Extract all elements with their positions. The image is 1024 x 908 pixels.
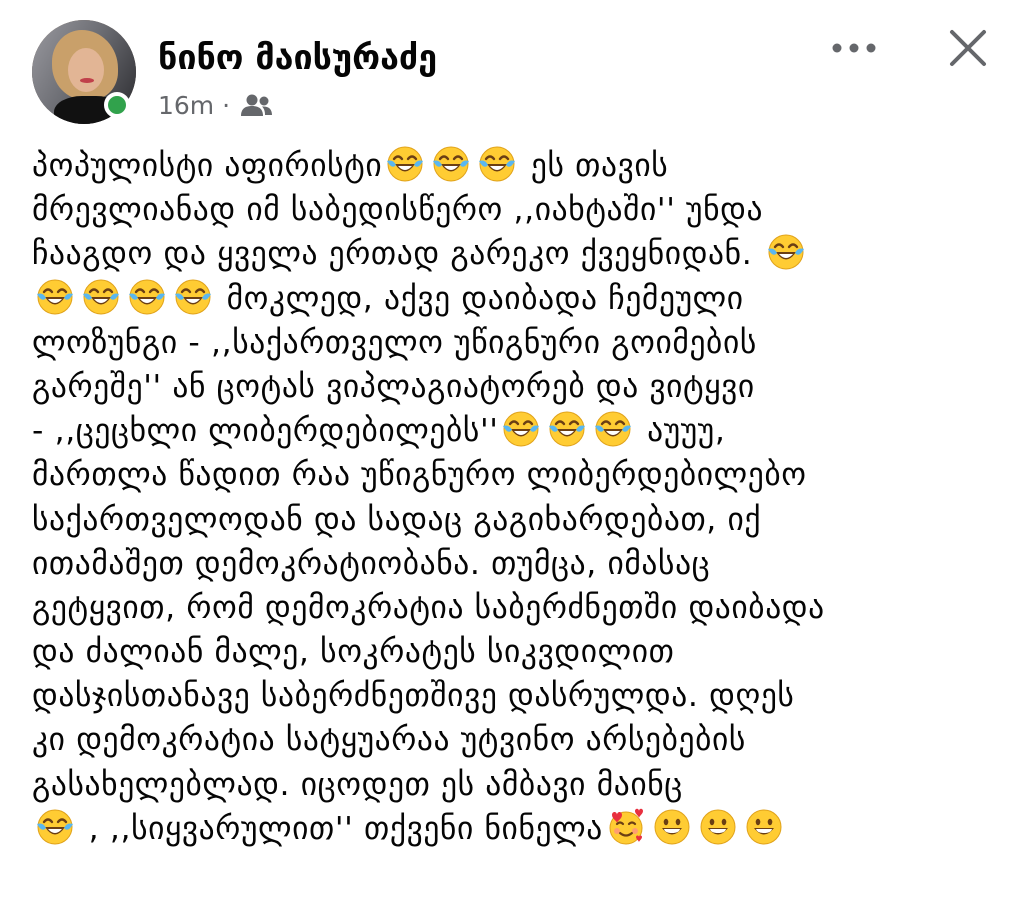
post-text-segment: აუუუ, bbox=[636, 413, 726, 450]
post-text-segment: - ,,ცეცხლი ლიბერდებილებს'' bbox=[32, 413, 499, 450]
post-text-segment: პოპულისტი აფირისტი bbox=[32, 148, 383, 184]
post-text-segment: მრევლიანად იმ საბედისწერო ,,იახტაში'' უნ… bbox=[32, 192, 764, 229]
online-status-indicator bbox=[104, 92, 130, 118]
post-text-segment: დასჯისთანავე საბერძნეთშივე დასრულდა. დღე… bbox=[32, 678, 795, 715]
post-text-line: კი დემოკრატია სატყუარაა უტვინო არსებების bbox=[32, 718, 1007, 762]
meta-separator: · bbox=[222, 90, 231, 120]
face-with-tears-of-joy-emoji bbox=[81, 277, 121, 317]
friends-icon[interactable] bbox=[238, 93, 274, 117]
post-text-line: ლოზუნგი - ,,საქართველო უწიგნური გოიმების bbox=[32, 321, 1007, 365]
more-horizontal-icon bbox=[832, 43, 876, 53]
face-with-tears-of-joy-emoji bbox=[127, 277, 167, 317]
post-timestamp[interactable]: 16m bbox=[158, 91, 214, 120]
more-options-button[interactable] bbox=[828, 28, 880, 68]
smiling-face-with-hearts-emoji bbox=[606, 807, 646, 847]
post-text-line: , ,,სიყვარულით'' თქვენი ნინელა bbox=[32, 807, 1007, 851]
face-with-tears-of-joy-emoji bbox=[431, 144, 471, 184]
face-with-tears-of-joy-emoji bbox=[477, 144, 517, 184]
post-text-line: საქართველოდან და სადაც გაგიხარდებათ, იქ bbox=[32, 498, 1007, 542]
post-text-line: ითამაშეთ დემოკრატიობანა. თუმცა, იმასაც bbox=[32, 542, 1007, 586]
post-text-line: მოკლედ, აქვე დაიბადა ჩემეული bbox=[32, 277, 1007, 321]
post-text-segment: და ძალიან მალე, სოკრატეს სიკვდილით bbox=[32, 634, 675, 671]
post-text-line: დასჯისთანავე საბერძნეთშივე დასრულდა. დღე… bbox=[32, 674, 1007, 718]
post-text-line: ჩააგდო და ყველა ერთად გარეკო ქვეყნიდან. bbox=[32, 232, 1007, 276]
close-button[interactable] bbox=[940, 22, 996, 74]
close-icon bbox=[950, 30, 986, 66]
post-text-segment: ეს თავის bbox=[520, 148, 669, 184]
post-text-segment: , ,,სიყვარულით'' თქვენი ნინელა bbox=[78, 810, 603, 847]
face-with-tears-of-joy-emoji bbox=[173, 277, 213, 317]
post-text-line: პოპულისტი აფირისტი ეს თავის bbox=[32, 144, 1007, 188]
grinning-face-emoji bbox=[744, 807, 784, 847]
post-text-segment: გასახელებლად. იცოდეთ ეს ამბავი მაინც bbox=[32, 766, 683, 803]
face-with-tears-of-joy-emoji bbox=[385, 144, 425, 184]
post-text-line: გარეშე'' ან ცოტას ვიპლაგიატორებ და ვიტყვ… bbox=[32, 365, 1007, 409]
grinning-face-emoji bbox=[652, 807, 692, 847]
post-text-line: გასახელებლად. იცოდეთ ეს ამბავი მაინც bbox=[32, 763, 1007, 807]
post-text-segment: მოკლედ, აქვე დაიბადა ჩემეული bbox=[216, 280, 744, 317]
face-with-tears-of-joy-emoji bbox=[35, 807, 75, 847]
face-with-tears-of-joy-emoji bbox=[547, 409, 587, 449]
face-with-tears-of-joy-emoji bbox=[35, 277, 75, 317]
facebook-post: ნინო მაისურაძე 16m · პოპულისტი აფირისტი bbox=[0, 0, 1024, 908]
post-text-segment: ითამაშეთ დემოკრატიობანა. თუმცა, იმასაც bbox=[32, 545, 711, 582]
post-text-line: - ,,ცეცხლი ლიბერდებილებს'' აუუუ, bbox=[32, 409, 1007, 453]
post-body-text: პოპულისტი აფირისტი ეს თავის მრევლიანად ი… bbox=[32, 144, 1007, 851]
author-name[interactable]: ნინო მაისურაძე bbox=[158, 36, 437, 80]
post-text-segment: ჩააგდო და ყველა ერთად გარეკო ქვეყნიდან. bbox=[32, 236, 763, 273]
face-with-tears-of-joy-emoji bbox=[766, 232, 806, 272]
face-with-tears-of-joy-emoji bbox=[501, 409, 541, 449]
post-meta: 16m · bbox=[158, 88, 274, 122]
post-text-line: გეტყვით, რომ დემოკრატია საბერძნეთში დაიბ… bbox=[32, 586, 1007, 630]
post-text-segment: გარეშე'' ან ცოტას ვიპლაგიატორებ და ვიტყვ… bbox=[32, 368, 755, 405]
post-text-segment: კი დემოკრატია სატყუარაა უტვინო არსებების bbox=[32, 722, 746, 759]
post-text-line: და ძალიან მალე, სოკრატეს სიკვდილით bbox=[32, 630, 1007, 674]
post-text-line: მართლა წადით რაა უწიგნურო ლიბერდებილებო bbox=[32, 453, 1007, 497]
post-text-segment: გეტყვით, რომ დემოკრატია საბერძნეთში დაიბ… bbox=[32, 589, 825, 626]
post-text-line: მრევლიანად იმ საბედისწერო ,,იახტაში'' უნ… bbox=[32, 188, 1007, 232]
grinning-face-emoji bbox=[698, 807, 738, 847]
face-with-tears-of-joy-emoji bbox=[593, 409, 633, 449]
post-text-segment: მართლა წადით რაა უწიგნურო ლიბერდებილებო bbox=[32, 457, 807, 494]
post-text-segment: ლოზუნგი - ,,საქართველო უწიგნური გოიმების bbox=[32, 324, 757, 361]
post-text-segment: საქართველოდან და სადაც გაგიხარდებათ, იქ bbox=[32, 501, 762, 538]
